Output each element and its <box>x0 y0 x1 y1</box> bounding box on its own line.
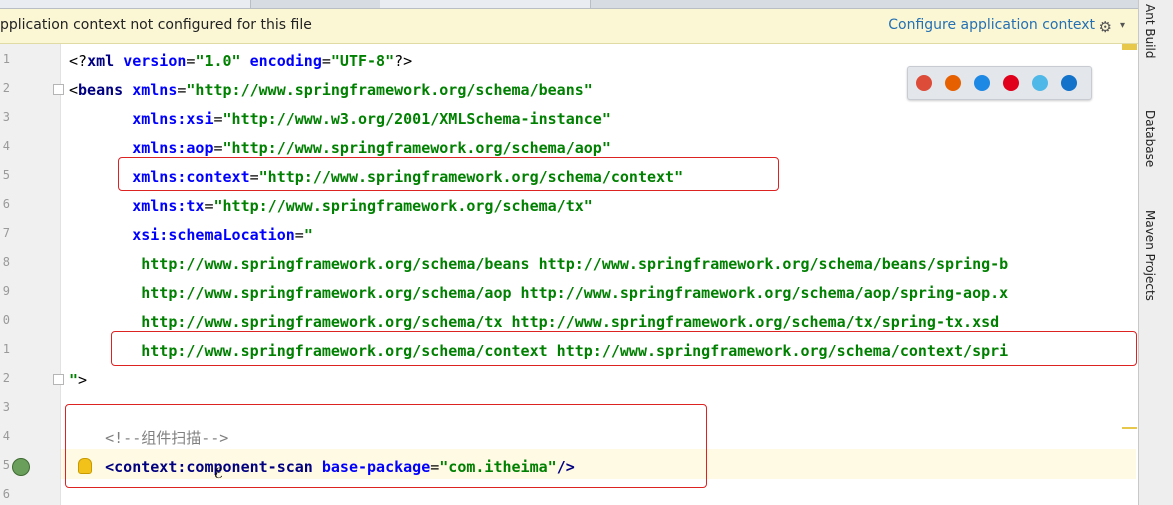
highlight-box-context-schema <box>111 331 1137 366</box>
warning-stripe[interactable] <box>1122 44 1137 50</box>
context-notification-bar: pplication context not configured for th… <box>0 9 1138 44</box>
text-cursor-icon: ℰ <box>214 466 223 482</box>
chevron-down-icon[interactable]: ▾ <box>1120 20 1125 31</box>
code-line[interactable]: http://www.springframework.org/schema/ao… <box>69 283 1008 303</box>
code-line[interactable]: http://www.springframework.org/schema/be… <box>69 254 1008 274</box>
line-number: 7 <box>2 226 10 240</box>
line-number-gutter: 1 2 3 4 5 6 7 8 9 0 1 2 3 4 5 6 <box>0 44 64 505</box>
line-number: 5 <box>2 168 10 182</box>
line-number: 0 <box>2 313 10 327</box>
chrome-icon[interactable] <box>916 75 932 91</box>
code-line[interactable]: xsi:schemaLocation=" <box>69 225 313 245</box>
code-line[interactable]: <beans xmlns="http://www.springframework… <box>69 80 593 100</box>
spring-bean-icon[interactable] <box>12 458 30 476</box>
code-line[interactable]: xmlns:xsi="http://www.w3.org/2001/XMLSch… <box>69 109 611 129</box>
tool-tab-ant-build[interactable]: Ant Build <box>1143 4 1157 58</box>
line-number: 2 <box>2 81 10 95</box>
line-number: 5 <box>2 458 10 472</box>
editor-tab[interactable] <box>100 0 251 8</box>
safari-icon[interactable] <box>974 75 990 91</box>
line-number: 4 <box>2 429 10 443</box>
code-line[interactable]: xmlns:tx="http://www.springframework.org… <box>69 196 593 216</box>
line-number: 1 <box>2 342 10 356</box>
editor-tab-strip <box>0 0 1138 9</box>
line-number: 6 <box>2 487 10 501</box>
editor-tab[interactable] <box>0 0 101 8</box>
line-number: 6 <box>2 197 10 211</box>
line-number: 3 <box>2 110 10 124</box>
tool-tab-maven-projects[interactable]: Maven Projects <box>1143 210 1157 301</box>
opera-icon[interactable] <box>1003 75 1019 91</box>
line-number: 1 <box>2 52 10 66</box>
line-number: 9 <box>2 284 10 298</box>
editor-tab[interactable] <box>380 0 591 8</box>
browser-preview-toolbar <box>907 66 1092 100</box>
line-number: 4 <box>2 139 10 153</box>
highlight-box-context-namespace <box>118 157 779 191</box>
line-number: 2 <box>2 371 10 385</box>
code-line[interactable]: "> <box>69 370 87 390</box>
gear-icon[interactable]: ⚙ <box>1099 18 1112 36</box>
line-number: 3 <box>2 400 10 414</box>
edge-icon[interactable] <box>1061 75 1077 91</box>
highlight-box-component-scan <box>65 404 707 488</box>
code-line[interactable]: xmlns:aop="http://www.springframework.or… <box>69 138 611 158</box>
notification-message: pplication context not configured for th… <box>0 17 312 33</box>
warning-stripe[interactable] <box>1122 427 1137 429</box>
code-line[interactable]: http://www.springframework.org/schema/tx… <box>69 312 999 332</box>
configure-context-link[interactable]: Configure application context <box>888 17 1095 33</box>
ie-icon[interactable] <box>1032 75 1048 91</box>
firefox-icon[interactable] <box>945 75 961 91</box>
tool-tab-database[interactable]: Database <box>1143 110 1157 167</box>
code-line[interactable]: <?xml version="1.0" encoding="UTF-8"?> <box>69 51 412 71</box>
line-number: 8 <box>2 255 10 269</box>
right-tool-window-bar: Ant Build Database Maven Projects <box>1138 0 1173 505</box>
